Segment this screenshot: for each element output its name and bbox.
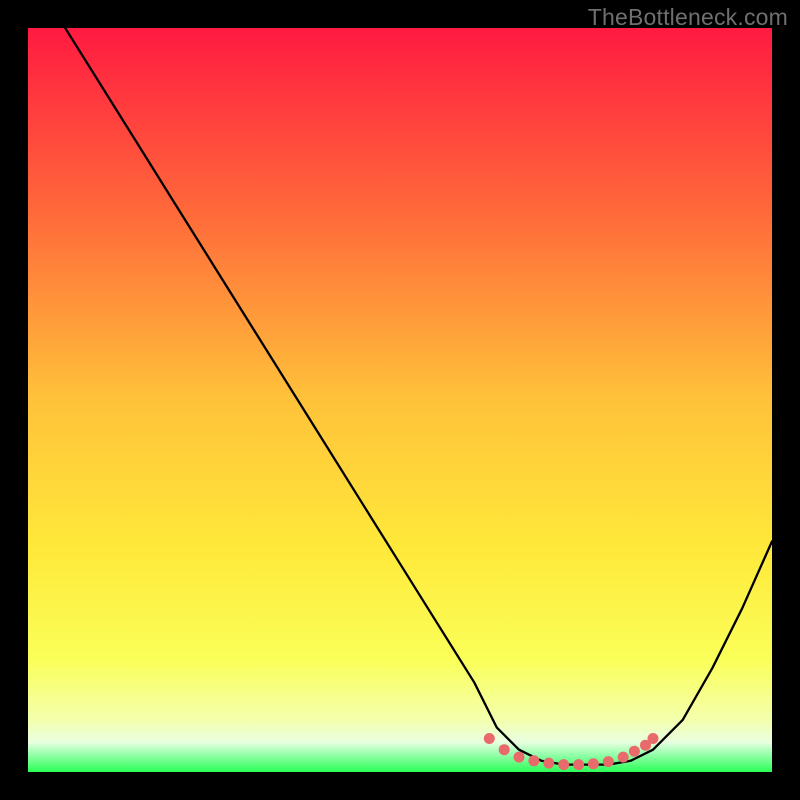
flat-region-marker [648,733,659,744]
flat-region-marker [499,744,510,755]
flat-region-marker [618,752,629,763]
watermark-text: TheBottleneck.com [588,4,788,31]
flat-region-marker [603,756,614,767]
chart-frame [28,28,772,772]
flat-region-marker [543,758,554,769]
flat-region-marker [514,752,525,763]
flat-region-marker [558,759,569,770]
flat-region-marker [528,755,539,766]
gradient-background [28,28,772,772]
flat-region-marker [484,733,495,744]
flat-region-marker [588,758,599,769]
flat-region-marker [629,746,640,757]
flat-region-marker [573,759,584,770]
bottleneck-plot [28,28,772,772]
